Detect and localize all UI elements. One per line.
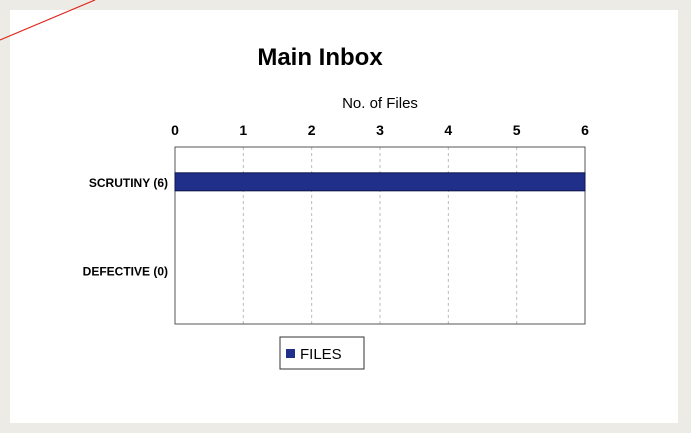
y-category-label: SCRUTINY (6) xyxy=(89,176,168,190)
x-tick-label: 2 xyxy=(308,122,316,138)
legend-label: FILES xyxy=(300,346,342,363)
x-axis-label: No. of Files xyxy=(342,95,418,112)
chart-title: Main Inbox xyxy=(257,44,383,71)
x-tick-label: 5 xyxy=(513,122,521,138)
legend: FILES xyxy=(279,336,365,370)
bar xyxy=(174,172,586,192)
x-tick-label: 3 xyxy=(376,122,384,138)
bar-chart: Main Inbox No. of Files 0 1 2 3 4 5 6 SCRUTINY… xyxy=(83,44,589,370)
x-tick-label: 6 xyxy=(581,122,589,138)
y-category-label: DEFECTIVE (0) xyxy=(83,264,168,278)
x-tick-label: 1 xyxy=(239,122,247,138)
x-tick-label: 4 xyxy=(444,122,452,138)
x-tick-label: 0 xyxy=(171,122,179,138)
legend-swatch xyxy=(286,349,295,358)
